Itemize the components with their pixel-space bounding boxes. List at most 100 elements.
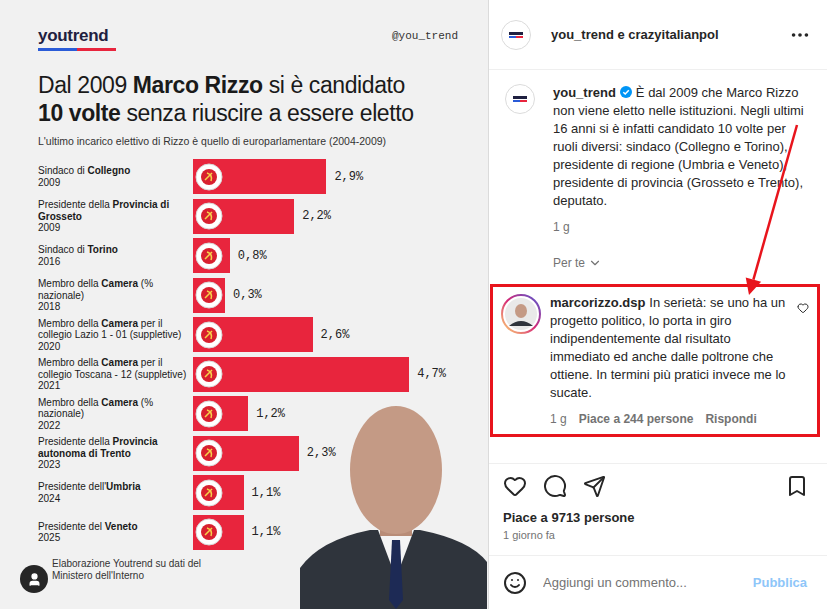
comment-username[interactable]: marcorizzo.dsp (550, 295, 645, 310)
row-label: Membro della Camera (% nazionale)2018 (38, 278, 193, 313)
comment-body: marcorizzo.dspIn serietà: se uno ha un p… (550, 294, 788, 426)
comment-bubble-icon[interactable] (543, 474, 567, 498)
label-part: Presidente della (38, 199, 113, 210)
caption: you_trendÈ dal 2009 che Marco Rizzo non … (490, 84, 820, 270)
row-year: 2023 (38, 459, 193, 471)
bar (193, 475, 244, 510)
handle: @you_trend (392, 30, 458, 42)
label-part: Camera (101, 397, 138, 408)
caption-meta: 1 g (553, 220, 812, 234)
row-label: Sindaco di Collegno2009 (38, 165, 193, 188)
marcorizzo-avatar-icon[interactable] (501, 294, 541, 334)
comment-like-button[interactable] (797, 294, 809, 426)
user-icon (27, 572, 42, 587)
chart-row: Sindaco di Torino20160,8% (38, 238, 458, 274)
party-logo-icon (195, 202, 223, 230)
infographic-subtitle: L'ultimo incarico elettivo di Rizzo è qu… (38, 135, 458, 147)
row-label: Membro della Camera per il collegio Tosc… (38, 357, 193, 392)
title-line: 10 volte senza riuscire a essere eletto (38, 99, 458, 127)
row-year: 2020 (38, 341, 193, 353)
title-part: 10 volte (38, 100, 120, 126)
title-part: si è candidato (263, 72, 405, 98)
bar-value: 0,3% (233, 288, 262, 302)
portrait-photo (300, 400, 487, 609)
party-logo-icon (195, 518, 223, 546)
post-authors[interactable]: you_trend e crazyitalianpol (551, 27, 769, 42)
row-label: Presidente della Provincia autonoma di T… (38, 436, 193, 471)
label-part: Camera (101, 318, 138, 329)
party-logo-icon (195, 281, 223, 309)
heart-icon (797, 302, 809, 314)
comments-area: you_trendÈ dal 2009 che Marco Rizzo non … (489, 70, 827, 463)
comment-time: 1 g (550, 412, 567, 426)
label-part: Camera (101, 357, 138, 368)
post-sidebar: you_trend e crazyitalianpol you_trendÈ da… (488, 0, 827, 609)
chart-row: Membro della Camera per il collegio Tosc… (38, 357, 458, 393)
label-part: Membro della (38, 318, 101, 329)
bar-value: 0,8% (238, 249, 267, 263)
bookmark-icon[interactable] (785, 474, 809, 498)
row-year: 2016 (38, 256, 193, 268)
more-icon[interactable] (789, 24, 811, 46)
bar-value: 2,2% (302, 209, 331, 223)
bar (193, 515, 244, 550)
bar (193, 436, 299, 471)
row-year: 2022 (38, 420, 193, 432)
label-part: Umbria (106, 481, 140, 492)
bar (193, 278, 225, 313)
infographic-header: youtrend@you_trend (38, 26, 458, 51)
chart-row: Presidente della Provincia di Grosseto20… (38, 199, 458, 235)
label-part: Sindaco di (38, 165, 87, 176)
bar-cell: 4,7% (193, 357, 458, 392)
chart-row: Membro della Camera (% nazionale)2018 0,3… (38, 278, 458, 314)
reply-button[interactable]: Rispondi (705, 412, 756, 426)
row-year: 2018 (38, 301, 193, 313)
row-label: Membro della Camera per il collegio Lazi… (38, 318, 193, 353)
title-part: senza riuscire a essere eletto (120, 100, 413, 126)
label-part: Membro della (38, 397, 101, 408)
tagged-users-button[interactable] (20, 565, 48, 593)
comment-input[interactable] (541, 574, 735, 591)
label-part: Presidente dell' (38, 481, 106, 492)
emoji-smile-icon[interactable] (503, 571, 527, 595)
comment: marcorizzo.dspIn serietà: se uno ha un p… (490, 284, 820, 437)
share-plane-icon[interactable] (583, 475, 606, 498)
post-image: youtrend@you_trend Dal 2009 Marco Rizzo s… (0, 0, 488, 609)
comment-text: marcorizzo.dspIn serietà: se uno ha un p… (550, 294, 788, 402)
party-logo-icon (195, 400, 223, 428)
label-part: Torino (87, 244, 117, 255)
bar-value: 4,7% (417, 367, 446, 381)
bar-cell: 0,8% (193, 238, 458, 273)
like-count[interactable]: Piace a 9713 persone (489, 504, 827, 525)
bar (193, 396, 248, 431)
translation-toggle[interactable]: Per te (553, 256, 812, 270)
publish-button[interactable]: Pubblica (749, 571, 811, 594)
party-logo-icon (195, 321, 223, 349)
instagram-post: youtrend@you_trend Dal 2009 Marco Rizzo s… (0, 0, 827, 609)
bar-value: 1,1% (252, 486, 281, 500)
comment-likes[interactable]: Piace a 244 persone (579, 412, 694, 426)
bar-cell: 0,3% (193, 278, 458, 313)
verified-icon (620, 86, 632, 98)
logo-underline (38, 48, 116, 51)
bar-value: 2,9% (334, 170, 363, 184)
infographic-title: Dal 2009 Marco Rizzo si è candidato10 vo… (38, 71, 458, 127)
row-year: 2021 (38, 380, 193, 392)
comment-composer: Pubblica (489, 555, 827, 609)
party-logo-icon (195, 479, 223, 507)
chart-row: Sindaco di Collegno2009 2,9% (38, 159, 458, 195)
party-logo-icon (195, 439, 223, 467)
bar (193, 159, 326, 194)
like-heart-icon[interactable] (503, 474, 527, 498)
you-trend-avatar-icon[interactable] (501, 20, 531, 50)
bar-cell: 2,2% (193, 199, 458, 234)
caption-username[interactable]: you_trend (553, 85, 616, 100)
title-part: Marco Rizzo (133, 72, 263, 98)
row-label: Presidente dell'Umbria2024 (38, 481, 193, 504)
bar-value: 2,3% (307, 446, 336, 460)
you-trend-avatar-icon[interactable] (505, 84, 535, 114)
bar-value: 2,6% (321, 328, 350, 342)
annotation-arrow-icon (0, 0, 827, 609)
bar-value: 1,2% (256, 407, 285, 421)
bar-cell: 2,9% (193, 159, 458, 194)
